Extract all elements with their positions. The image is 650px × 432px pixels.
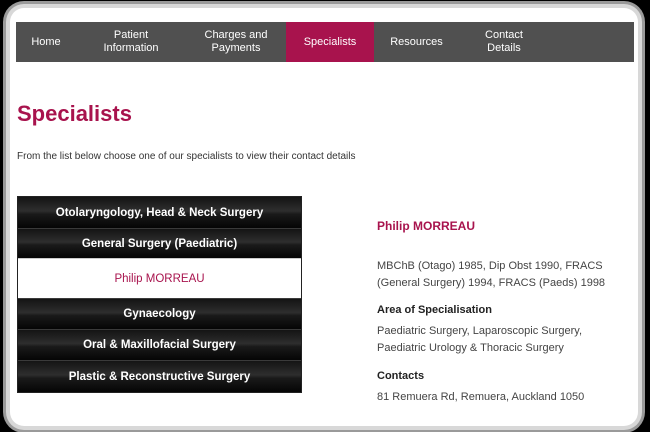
specialist-item-oral-maxillofacial[interactable]: Oral & Maxillofacial Surgery	[18, 329, 301, 360]
specialist-list: Otolaryngology, Head & Neck Surgery Gene…	[17, 196, 302, 393]
nav-resources[interactable]: Resources	[374, 22, 459, 62]
area-of-specialisation-heading: Area of Specialisation	[377, 304, 492, 316]
nav-charges-and-payments[interactable]: Charges and Payments	[186, 22, 286, 62]
specialist-item-gynaecology[interactable]: Gynaecology	[18, 298, 301, 329]
qualifications-line-1: MBChB (Otago) 1985, Dip Obst 1990, FRACS	[377, 260, 603, 272]
area-line-1: Paediatric Surgery, Laparoscopic Surgery…	[377, 325, 583, 337]
specialist-item-philip-morreau[interactable]: Philip MORREAU	[18, 258, 301, 298]
nav-specialists[interactable]: Specialists	[286, 22, 374, 62]
specialist-item-plastic-reconstructive[interactable]: Plastic & Reconstructive Surgery	[18, 360, 301, 392]
qualifications-line-2: (General Surgery) 1994, FRACS (Paeds) 19…	[377, 277, 606, 289]
contact-address: 81 Remuera Rd, Remuera, Auckland 1050	[377, 391, 585, 403]
page-title: Specialists	[17, 101, 132, 126]
intro-text: From the list below choose one of our sp…	[17, 151, 356, 162]
specialist-item-otolaryngology[interactable]: Otolaryngology, Head & Neck Surgery	[18, 197, 301, 228]
area-line-2: Paediatric Urology & Thoracic Surgery	[377, 342, 564, 354]
nav-patient-information[interactable]: Patient Information	[76, 22, 186, 62]
specialist-name: Philip MORREAU	[377, 219, 475, 233]
nav-home[interactable]: Home	[16, 22, 76, 62]
main-nav: Home Patient Information Charges and Pay…	[16, 22, 634, 62]
specialist-item-general-surgery-paediatric[interactable]: General Surgery (Paediatric)	[18, 228, 301, 258]
contacts-heading: Contacts	[377, 370, 425, 382]
nav-contact-details[interactable]: Contact Details	[459, 22, 549, 62]
